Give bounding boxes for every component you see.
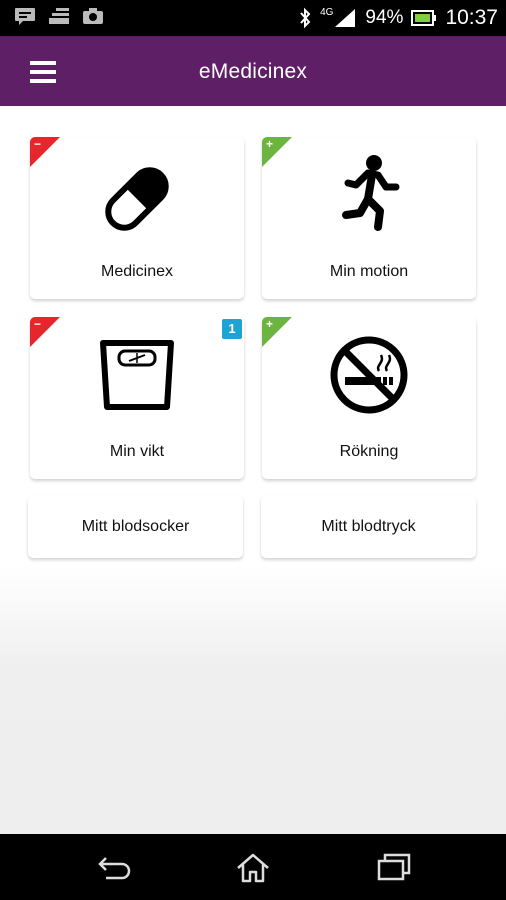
pill-icon — [105, 167, 169, 231]
corner-plus-sign: + — [266, 137, 274, 151]
scale-icon — [100, 340, 174, 410]
network-type: 4G — [320, 6, 334, 18]
bluetooth-icon — [300, 7, 311, 29]
list-notification-icon — [49, 8, 69, 24]
corner-minus-sign: − — [34, 317, 42, 331]
notification-badge: 1 — [222, 319, 242, 339]
tile-medicinex[interactable]: − Medicinex — [30, 137, 244, 299]
tile-label: Medicinex — [100, 263, 174, 280]
message-notification-icon — [15, 8, 35, 25]
no-smoking-icon — [330, 336, 408, 414]
app-title: eMedicinex — [198, 60, 308, 83]
navigation-bar — [0, 834, 506, 900]
status-indicators: 4G 94% 10:37 — [298, 0, 498, 36]
running-person-icon — [342, 155, 400, 231]
corner-plus-sign: + — [266, 317, 274, 331]
clock: 10:37 — [445, 6, 498, 29]
signal-icon — [335, 9, 356, 27]
battery-icon — [411, 10, 437, 26]
tile-label: Min motion — [329, 263, 409, 280]
tile-min-motion[interactable]: + Min motion — [262, 137, 476, 299]
corner-minus-sign: − — [34, 137, 42, 151]
recent-apps-icon[interactable] — [376, 852, 412, 882]
mitt-blodtryck-button[interactable]: Mitt blodtryck — [261, 496, 476, 558]
tile-label: Min vikt — [109, 443, 165, 460]
battery-percent: 94% — [365, 7, 404, 28]
notification-icons — [14, 6, 104, 26]
dashboard: − Medicinex + Min motion − 1 Min vikt + … — [0, 106, 506, 834]
tile-min-vikt[interactable]: − 1 Min vikt — [30, 317, 244, 479]
back-icon[interactable] — [96, 852, 132, 882]
tile-rokning[interactable]: + Rökning — [262, 317, 476, 479]
mitt-blodsocker-button[interactable]: Mitt blodsocker — [28, 496, 243, 558]
tile-label: Rökning — [339, 443, 399, 460]
camera-notification-icon — [83, 8, 103, 24]
status-bar: 4G 94% 10:37 — [0, 0, 506, 36]
home-icon[interactable] — [235, 852, 271, 884]
app-bar: eMedicinex — [0, 36, 506, 106]
